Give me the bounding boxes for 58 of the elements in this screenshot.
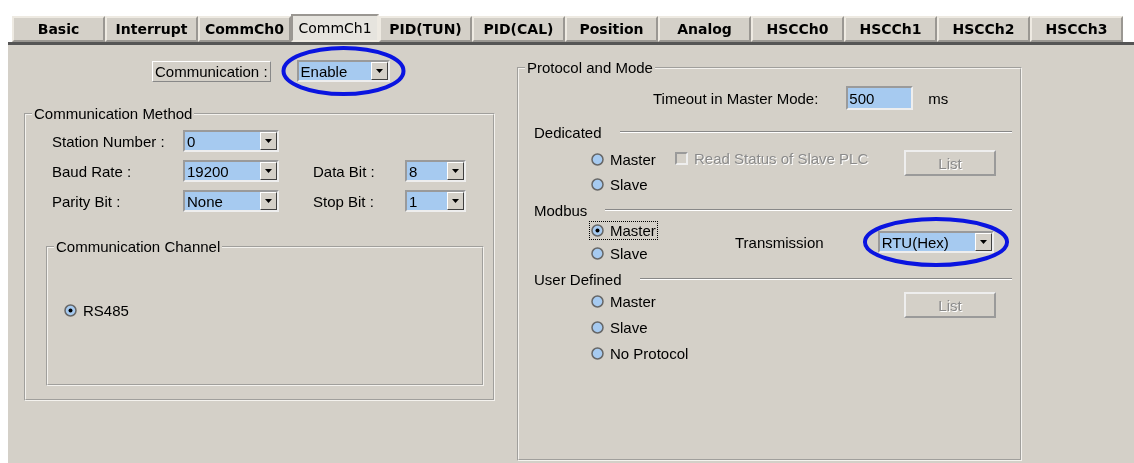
radio-button[interactable]: Slave	[589, 318, 650, 337]
radio-circle-icon	[591, 224, 604, 237]
tab[interactable]: Position	[565, 16, 658, 42]
field-label: Stop Bit :	[313, 192, 375, 210]
tab[interactable]: CommCh1	[291, 14, 379, 42]
radio-button[interactable]: Master	[589, 221, 658, 240]
radio-circle-icon	[591, 347, 604, 360]
group-title: Protocol and Mode	[526, 59, 654, 76]
group-title: Communication Channel	[55, 238, 222, 255]
dropdown[interactable]: 0	[183, 130, 279, 152]
radio-circle-icon	[591, 247, 604, 260]
dropdown[interactable]: Enable	[296, 60, 390, 82]
field-label: Station Number :	[52, 132, 166, 150]
tab[interactable]: Basic	[12, 16, 105, 42]
section-title: User Defined	[534, 270, 622, 288]
caret-icon	[979, 240, 987, 244]
tab[interactable]: Analog	[658, 16, 751, 42]
dropdown[interactable]: 8	[405, 160, 466, 182]
input-field[interactable]: 500	[846, 86, 914, 110]
radio-button[interactable]: Slave	[589, 175, 650, 194]
radio-circle-icon	[591, 321, 604, 334]
tab[interactable]: PID(CAL)	[472, 16, 565, 42]
radio-button[interactable]: Master	[589, 150, 658, 169]
caret-icon	[265, 199, 272, 203]
field-label: Communication :	[152, 60, 271, 82]
radio-circle-icon	[591, 295, 604, 308]
tab[interactable]: CommCh0	[198, 16, 291, 42]
radio-button[interactable]: RS485	[62, 301, 131, 320]
caret-icon	[265, 169, 272, 173]
section-title: Dedicated	[534, 123, 602, 141]
radio-circle-icon	[64, 304, 77, 317]
dropdown[interactable]: None	[183, 190, 279, 212]
field-label: Parity Bit :	[52, 192, 122, 210]
radio-circle-icon	[591, 178, 604, 191]
tab[interactable]: HSCCh3	[1030, 16, 1123, 42]
tab[interactable]: Interrupt	[105, 16, 198, 42]
field-label: Data Bit :	[313, 162, 376, 180]
radio-button[interactable]: Slave	[589, 244, 650, 263]
radio-circle-icon	[591, 153, 604, 166]
field-label: Timeout in Master Mode:	[653, 89, 819, 107]
caret-icon	[452, 199, 459, 203]
field-label: Baud Rate :	[52, 162, 133, 180]
field-label: Transmission	[735, 233, 824, 251]
tab[interactable]: HSCCh1	[844, 16, 937, 42]
tab[interactable]: PID(TUN)	[379, 16, 472, 42]
unit-label: ms	[928, 89, 949, 107]
section-title: Modbus	[534, 201, 588, 219]
caret-icon	[265, 139, 272, 143]
caret-icon	[375, 69, 383, 73]
caret-icon	[452, 169, 459, 173]
tab[interactable]: HSCCh2	[937, 16, 1030, 42]
tab[interactable]: HSCCh0	[751, 16, 844, 42]
dropdown[interactable]: 19200	[183, 160, 279, 182]
radio-button[interactable]: Master	[589, 292, 658, 311]
radio-button[interactable]: No Protocol	[589, 344, 691, 363]
dropdown[interactable]: RTU(Hex)	[877, 231, 994, 253]
group-title: Communication Method	[33, 105, 194, 122]
dropdown[interactable]: 1	[405, 190, 466, 212]
